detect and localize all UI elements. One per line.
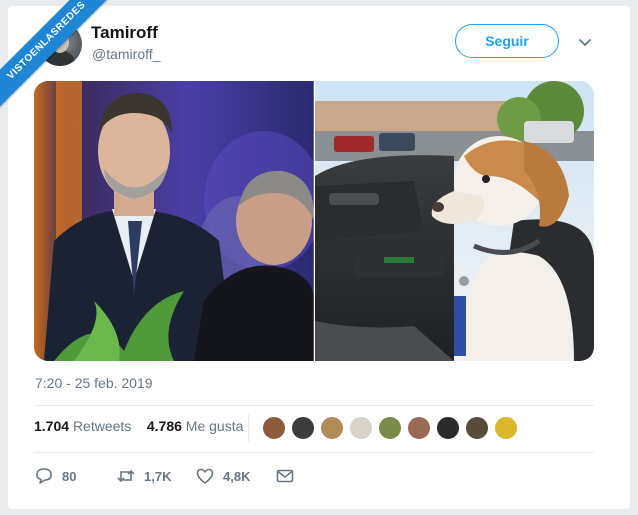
liker-avatar[interactable]: [378, 416, 402, 440]
divider: [34, 405, 594, 406]
right-photo: [315, 81, 594, 361]
tweet-media[interactable]: [34, 81, 594, 361]
tweet-timestamp[interactable]: 7:20 - 25 feb. 2019: [35, 375, 153, 391]
chevron-down-icon[interactable]: [578, 38, 592, 48]
reply-button[interactable]: 80: [34, 465, 76, 487]
follow-button[interactable]: Seguir: [455, 24, 559, 58]
direct-message-button[interactable]: [275, 465, 295, 487]
author-name[interactable]: Tamiroff: [91, 23, 158, 43]
mail-icon: [276, 469, 294, 483]
liker-avatar[interactable]: [407, 416, 431, 440]
tweet-actions: 80 1,7K 4,8K: [34, 465, 594, 487]
likes-label[interactable]: Me gusta: [186, 418, 244, 434]
retweets-label[interactable]: Retweets: [73, 418, 131, 434]
liker-avatar[interactable]: [494, 416, 518, 440]
liker-avatar[interactable]: [436, 416, 460, 440]
likes-count[interactable]: 4.786: [147, 418, 182, 434]
liker-avatar[interactable]: [320, 416, 344, 440]
stats-separator: [248, 414, 249, 442]
liker-avatar[interactable]: [262, 416, 286, 440]
reply-icon: [36, 468, 52, 484]
left-photo: [34, 81, 324, 361]
liker-avatar[interactable]: [291, 416, 315, 440]
retweet-count: 1,7K: [144, 468, 172, 484]
divider: [34, 452, 594, 453]
tweet-stats: 1.704 Retweets 4.786 Me gusta: [34, 418, 243, 434]
like-button[interactable]: 4,8K: [195, 465, 250, 487]
heart-icon: [196, 468, 214, 484]
retweet-icon: [117, 469, 135, 483]
liker-avatar[interactable]: [349, 416, 373, 440]
author-handle[interactable]: @tamiroff_: [92, 46, 160, 62]
liker-avatar[interactable]: [465, 416, 489, 440]
like-count: 4,8K: [223, 468, 251, 484]
reply-count: 80: [62, 468, 77, 484]
retweet-button[interactable]: 1,7K: [116, 465, 171, 487]
retweets-count[interactable]: 1.704: [34, 418, 69, 434]
